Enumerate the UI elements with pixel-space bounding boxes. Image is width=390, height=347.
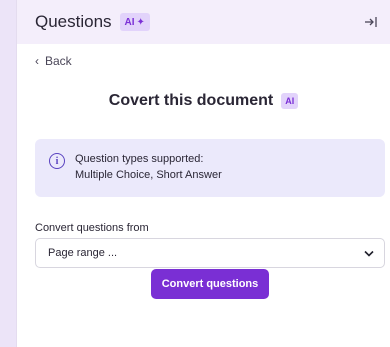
ai-badge-label: AI [124,16,135,28]
collapse-panel-icon [365,17,377,27]
page-range-select[interactable]: Page range ... [35,238,385,268]
back-label: Back [45,54,72,68]
heading-ai-badge: AI [281,93,299,109]
convert-from-label: Convert questions from [35,222,149,234]
back-link[interactable]: ‹ Back [35,54,72,68]
sparkle-icon: ✦ [136,16,145,28]
questions-panel: Questions AI ✦ ‹ Back Covert this docume… [16,0,390,347]
info-banner: i Question types supported: Multiple Cho… [35,139,385,197]
page-title: Covert this document [108,92,274,109]
page-heading: Covert this document AI [17,92,390,110]
info-text: Question types supported: Multiple Choic… [75,151,222,183]
info-line-1: Question types supported: [75,153,204,165]
panel-header: Questions AI ✦ [17,0,390,44]
chevron-down-icon [364,250,374,257]
convert-questions-button[interactable]: Convert questions [151,269,269,299]
ai-badge: AI ✦ [119,13,150,31]
collapse-panel-button[interactable] [360,11,382,33]
info-icon: i [49,153,65,169]
chevron-left-icon: ‹ [35,54,39,68]
panel-title: Questions [35,12,112,31]
select-value: Page range ... [48,247,118,259]
info-line-2: Multiple Choice, Short Answer [75,169,222,181]
